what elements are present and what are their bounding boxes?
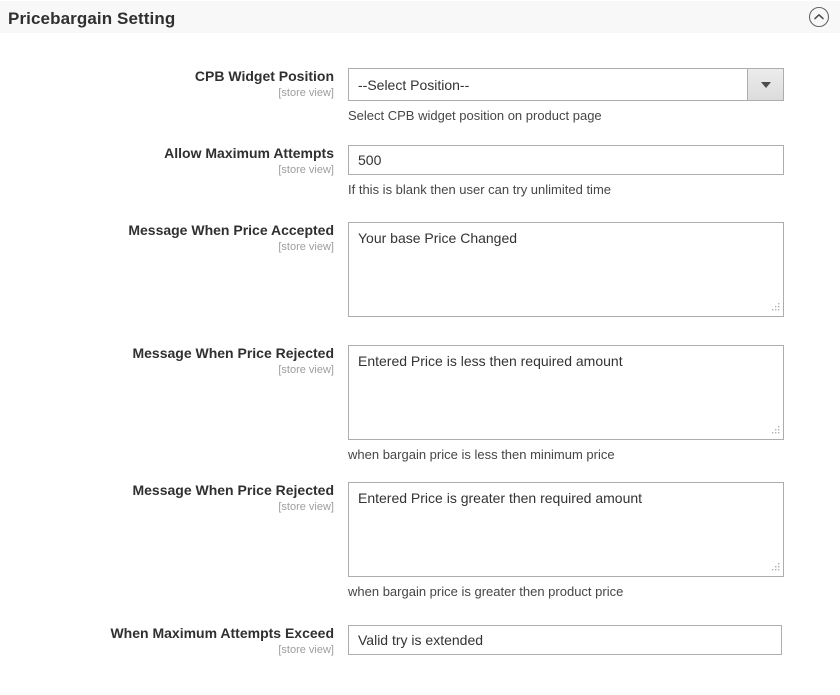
scope-note: [store view] — [278, 241, 334, 253]
scope-note: [store view] — [278, 164, 334, 176]
settings-form: CPB Widget Position [store view] --Selec… — [0, 68, 840, 657]
message-when-price-rejected-low-textarea[interactable]: Entered Price is less then required amou… — [348, 345, 784, 440]
field-control-col: Entered Price is greater then required a… — [348, 482, 840, 600]
field-label-col: Message When Price Accepted [store view] — [0, 222, 348, 254]
chevron-up-circle-icon[interactable] — [808, 6, 830, 28]
message-when-price-accepted-textarea[interactable]: Your base Price Changed — [348, 222, 784, 317]
scope-note: [store view] — [278, 644, 334, 656]
field-label-col: CPB Widget Position [store view] — [0, 68, 348, 100]
field-control-col: --Select Position-- Select CPB widget po… — [348, 68, 840, 124]
field-control-col: If this is blank then user can try unlim… — [348, 145, 840, 198]
section-header: Pricebargain Setting — [0, 0, 840, 33]
when-maximum-attempts-exceed-input[interactable] — [348, 625, 782, 655]
scope-note: [store view] — [278, 501, 334, 513]
field-hint: Select CPB widget position on product pa… — [348, 108, 602, 123]
textarea-wrap: Entered Price is less then required amou… — [348, 345, 784, 440]
field-row: Allow Maximum Attempts [store view] If t… — [0, 145, 840, 198]
field-label: When Maximum Attempts Exceed — [110, 625, 334, 641]
field-hint: when bargain price is less then minimum … — [348, 447, 615, 462]
chevron-down-icon — [760, 81, 771, 88]
field-label: CPB Widget Position — [194, 68, 334, 84]
message-when-price-rejected-high-textarea[interactable]: Entered Price is greater then required a… — [348, 482, 784, 577]
field-label: Message When Price Rejected — [132, 345, 334, 361]
page-title: Pricebargain Setting — [8, 8, 176, 28]
field-control-col: Entered Price is less then required amou… — [348, 345, 840, 463]
select-dropdown-button[interactable] — [747, 68, 784, 101]
field-row: Message When Price Accepted [store view]… — [0, 222, 840, 317]
field-row: Message When Price Rejected [store view]… — [0, 345, 840, 463]
scope-note: [store view] — [278, 364, 334, 376]
field-label: Message When Price Accepted — [128, 222, 334, 238]
select-value[interactable]: --Select Position-- — [348, 68, 747, 101]
field-label-col: When Maximum Attempts Exceed [store view… — [0, 625, 348, 657]
textarea-wrap: Entered Price is greater then required a… — [348, 482, 784, 577]
field-hint: when bargain price is greater then produ… — [348, 584, 624, 599]
field-label-col: Message When Price Rejected [store view] — [0, 345, 348, 377]
field-hint: If this is blank then user can try unlim… — [348, 182, 612, 197]
field-label-col: Allow Maximum Attempts [store view] — [0, 145, 348, 177]
field-row: Message When Price Rejected [store view]… — [0, 482, 840, 600]
field-label: Message When Price Rejected — [132, 482, 334, 498]
scope-note: [store view] — [278, 87, 334, 99]
field-control-col — [348, 625, 840, 655]
cpb-widget-position-select[interactable]: --Select Position-- — [348, 68, 784, 101]
textarea-wrap: Your base Price Changed — [348, 222, 784, 317]
allow-maximum-attempts-input[interactable] — [348, 145, 784, 175]
field-label-col: Message When Price Rejected [store view] — [0, 482, 348, 514]
field-row: When Maximum Attempts Exceed [store view… — [0, 625, 840, 657]
pricebargain-setting-panel: Pricebargain Setting CPB Widget Position… — [0, 0, 840, 695]
field-row: CPB Widget Position [store view] --Selec… — [0, 68, 840, 124]
field-label: Allow Maximum Attempts — [164, 145, 334, 161]
field-control-col: Your base Price Changed — [348, 222, 840, 317]
